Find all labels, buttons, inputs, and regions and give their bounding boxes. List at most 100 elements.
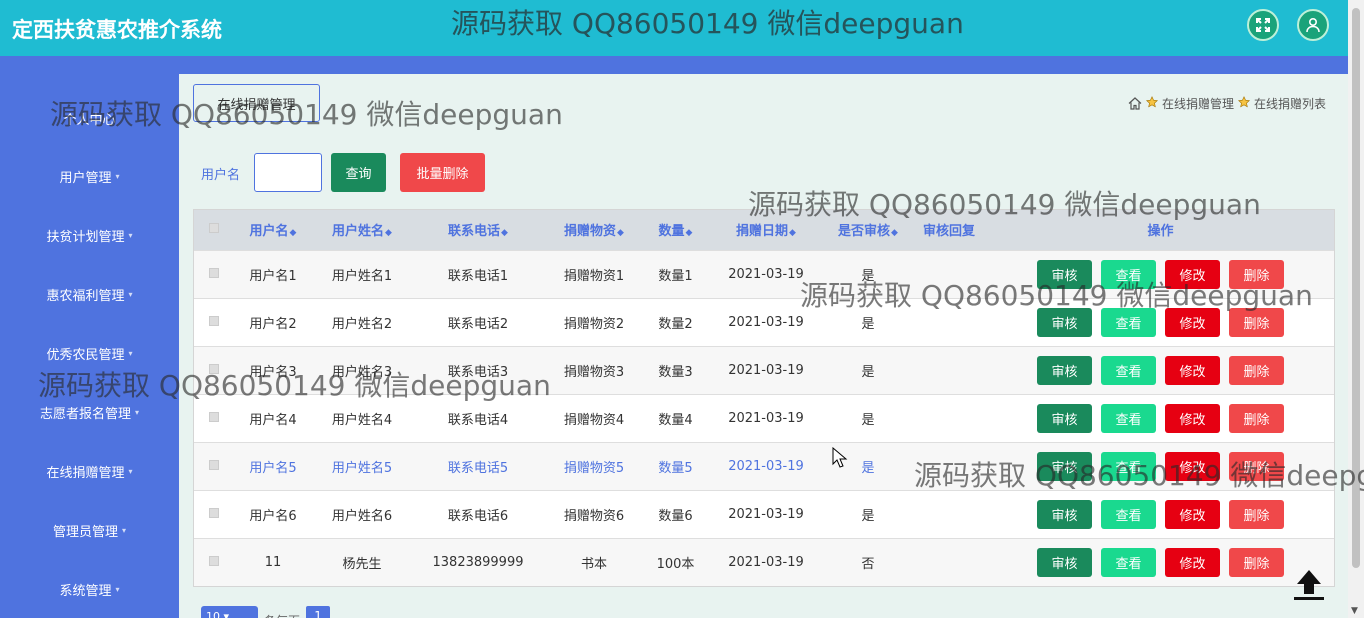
scrollbar-thumb[interactable] bbox=[1352, 8, 1360, 568]
table-row[interactable]: 用户名5 用户姓名5 联系电话5 捐赠物资5 数量5 2021-03-19 是审核 查看 修改删… bbox=[194, 442, 1334, 490]
select-all-checkbox[interactable] bbox=[209, 223, 219, 234]
cell-date: 2021-03-19 bbox=[728, 554, 804, 570]
edit-button[interactable]: 修改 bbox=[1165, 499, 1220, 529]
delete-button[interactable]: 删除 bbox=[1229, 259, 1284, 289]
breadcrumb-item[interactable]: 在线捐赠管理 bbox=[1162, 95, 1234, 112]
scroll-down-arrow-icon[interactable]: ▼ bbox=[1351, 606, 1358, 616]
column-header[interactable]: 用户姓名◆ bbox=[312, 210, 412, 250]
page-number[interactable]: 1 bbox=[306, 606, 331, 618]
cell-username: 用户名6 bbox=[249, 508, 297, 524]
audit-button[interactable]: 审核 bbox=[1037, 451, 1092, 481]
audit-button[interactable]: 审核 bbox=[1037, 403, 1092, 433]
delete-button[interactable]: 删除 bbox=[1229, 355, 1284, 385]
delete-button[interactable]: 删除 bbox=[1229, 451, 1284, 481]
cell-goods: 捐赠物资1 bbox=[563, 268, 625, 284]
sidebar-item-label: 系统管理 bbox=[59, 583, 112, 599]
table-row[interactable]: 用户名4 用户姓名4 联系电话4 捐赠物资4 数量4 2021-03-19 是 审核 查看 修改删… bbox=[194, 394, 1334, 442]
edit-button[interactable]: 修改 bbox=[1165, 355, 1220, 385]
sidebar-item-admins[interactable]: 管理员管理 ▾ bbox=[0, 510, 179, 550]
view-button[interactable]: 查看 bbox=[1101, 499, 1156, 529]
user-menu-button[interactable] bbox=[1297, 9, 1329, 41]
cell-name: 用户姓名6 bbox=[331, 508, 393, 524]
cell-date: 2021-03-19 bbox=[728, 314, 804, 330]
row-checkbox[interactable] bbox=[209, 555, 219, 566]
edit-button[interactable]: 修改 bbox=[1165, 403, 1220, 433]
edit-button[interactable]: 修改 bbox=[1165, 547, 1220, 577]
row-checkbox[interactable] bbox=[209, 267, 219, 278]
delete-button[interactable]: 删除 bbox=[1229, 403, 1284, 433]
table-row[interactable]: 11 杨先生 13823899999 书本 100本 2021-03-19 否 审核 查看 修改删… bbox=[194, 538, 1334, 586]
breadcrumb: 在线捐赠管理 在线捐赠列表 bbox=[1128, 95, 1326, 112]
sidebar-item-farmers[interactable]: 优秀农民管理 ▾ bbox=[0, 333, 179, 373]
sidebar-item-profile[interactable]: 个人中心 bbox=[0, 98, 179, 138]
sidebar-item-volunteers[interactable]: 志愿者报名管理 ▾ bbox=[0, 392, 179, 432]
tab-online-donation[interactable]: 在线捐赠管理 bbox=[193, 84, 320, 122]
table-row[interactable]: 用户名2 用户姓名2 联系电话2 捐赠物资2 数量2 2021-03-19 是 审核 查看 修改删… bbox=[194, 298, 1334, 346]
column-header[interactable]: 数量◆ bbox=[644, 210, 707, 250]
page-size-select[interactable]: 10 ▾ bbox=[201, 606, 258, 618]
view-button[interactable]: 查看 bbox=[1101, 355, 1156, 385]
edit-button[interactable]: 修改 bbox=[1165, 307, 1220, 337]
row-checkbox[interactable] bbox=[209, 315, 219, 326]
page-scrollbar[interactable]: ▼ bbox=[1348, 0, 1364, 618]
table-row[interactable]: 用户名1 用户姓名1 联系电话1 捐赠物资1 数量1 2021-03-19 是 审核 查看 修改删… bbox=[194, 250, 1334, 298]
view-button[interactable]: 查看 bbox=[1101, 259, 1156, 289]
cell-qty: 数量5 bbox=[658, 460, 693, 476]
column-header[interactable]: 联系电话◆ bbox=[412, 210, 544, 250]
sidebar-item-users[interactable]: 用户管理 ▾ bbox=[0, 156, 179, 196]
query-button[interactable]: 查询 bbox=[331, 153, 386, 192]
home-icon[interactable] bbox=[1128, 97, 1142, 110]
table-row[interactable]: 用户名3 用户姓名3 联系电话3 捐赠物资3 数量3 2021-03-19 是 审核 查看 修改删… bbox=[194, 346, 1334, 394]
view-button[interactable]: 查看 bbox=[1101, 403, 1156, 433]
column-header[interactable]: 捐赠物资◆ bbox=[544, 210, 644, 250]
audit-button[interactable]: 审核 bbox=[1037, 499, 1092, 529]
view-button[interactable]: 查看 bbox=[1101, 547, 1156, 577]
edit-button[interactable]: 修改 bbox=[1165, 259, 1220, 289]
table-row[interactable]: 用户名6 用户姓名6 联系电话6 捐赠物资6 数量6 2021-03-19 是 审核 查看 修改删… bbox=[194, 490, 1334, 538]
cell-reply bbox=[911, 346, 987, 394]
sidebar-item-label: 志愿者报名管理 bbox=[39, 406, 131, 422]
chevron-down-icon: ▾ bbox=[135, 407, 140, 417]
audit-button[interactable]: 审核 bbox=[1037, 355, 1092, 385]
audit-button[interactable]: 审核 bbox=[1037, 307, 1092, 337]
column-header[interactable]: 捐赠日期◆ bbox=[707, 210, 825, 250]
column-header[interactable]: 用户名◆ bbox=[234, 210, 312, 250]
delete-button[interactable]: 删除 bbox=[1229, 499, 1284, 529]
cell-date: 2021-03-19 bbox=[728, 362, 804, 378]
row-checkbox[interactable] bbox=[209, 363, 219, 374]
sidebar-item-system[interactable]: 系统管理 ▾ bbox=[0, 569, 179, 609]
view-button[interactable]: 查看 bbox=[1101, 451, 1156, 481]
edit-button[interactable]: 修改 bbox=[1165, 451, 1220, 481]
cell-qty: 数量3 bbox=[658, 364, 693, 380]
column-header[interactable]: 是否审核◆ bbox=[825, 210, 911, 250]
cell-goods: 捐赠物资3 bbox=[563, 364, 625, 380]
sidebar-item-poverty-plan[interactable]: 扶贫计划管理 ▾ bbox=[0, 215, 179, 255]
cell-audited: 是 bbox=[861, 316, 875, 332]
cell-date: 2021-03-19 bbox=[728, 410, 804, 426]
column-header: 操作 bbox=[1147, 224, 1174, 240]
row-checkbox[interactable] bbox=[209, 411, 219, 422]
row-checkbox[interactable] bbox=[209, 507, 219, 518]
pagination: 10 ▾ 条每页 1 bbox=[201, 606, 331, 618]
cell-phone: 13823899999 bbox=[432, 554, 524, 570]
sidebar-item-welfare[interactable]: 惠农福利管理 ▾ bbox=[0, 274, 179, 314]
row-checkbox[interactable] bbox=[209, 459, 219, 470]
fullscreen-icon bbox=[1256, 18, 1270, 32]
delete-button[interactable]: 删除 bbox=[1229, 307, 1284, 337]
delete-button[interactable]: 删除 bbox=[1229, 547, 1284, 577]
view-button[interactable]: 查看 bbox=[1101, 307, 1156, 337]
username-search-input[interactable] bbox=[254, 153, 322, 192]
chevron-down-icon: ▾ bbox=[115, 584, 120, 594]
main-content: 在线捐赠管理 在线捐赠管理 在线捐赠列表 用户名 查询 批量删除 用户名◆ 用户… bbox=[179, 74, 1348, 618]
sidebar-item-donations[interactable]: 在线捐赠管理 ▾ bbox=[0, 451, 179, 491]
sidebar-item-label: 扶贫计划管理 bbox=[46, 229, 125, 245]
batch-delete-button[interactable]: 批量删除 bbox=[400, 153, 485, 192]
sidebar-item-label: 个人中心 bbox=[63, 112, 116, 128]
cell-audited: 是 bbox=[861, 412, 875, 428]
back-to-top-icon[interactable] bbox=[1292, 566, 1326, 602]
chevron-down-icon: ▾ bbox=[128, 348, 133, 358]
fullscreen-button[interactable] bbox=[1247, 9, 1279, 41]
cell-phone: 联系电话6 bbox=[447, 508, 509, 524]
audit-button[interactable]: 审核 bbox=[1037, 259, 1092, 289]
audit-button[interactable]: 审核 bbox=[1037, 547, 1092, 577]
